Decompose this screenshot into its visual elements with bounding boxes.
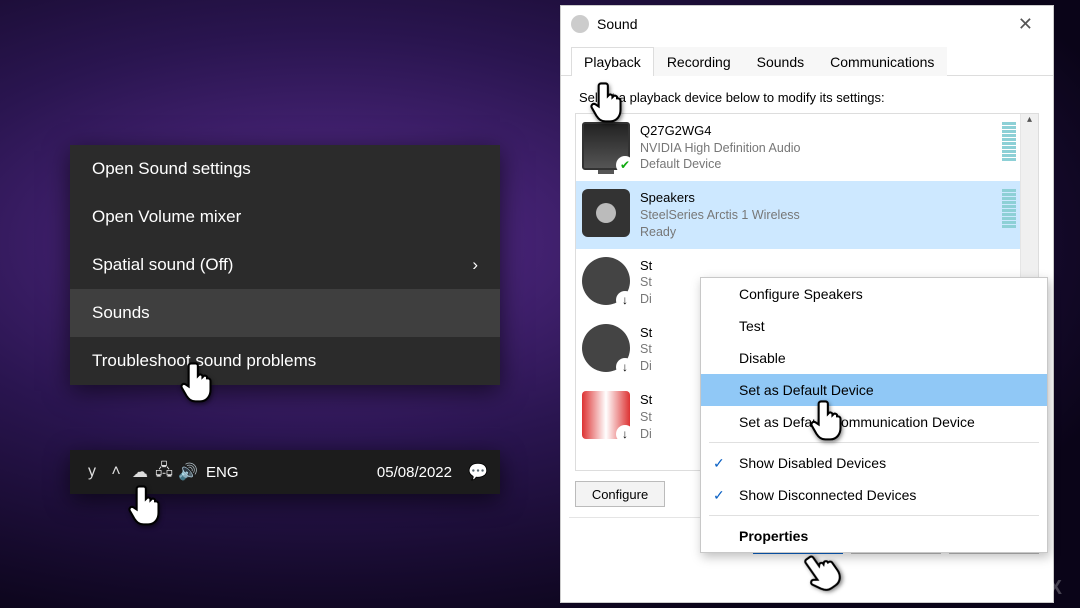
tab-recording[interactable]: Recording (654, 47, 744, 76)
down-arrow-icon: ↓ (616, 425, 634, 443)
monitor-icon: ✔ (582, 122, 630, 170)
headset-icon: ↓ (582, 324, 630, 372)
device-status: Default Device (640, 156, 801, 173)
configure-button[interactable]: Configure (575, 481, 665, 507)
chevron-right-icon: › (472, 255, 478, 275)
ctx-sounds[interactable]: Sounds (70, 289, 500, 337)
device-name: Q27G2WG4 (640, 122, 801, 140)
separator (709, 442, 1039, 443)
titlebar: Sound ✕ (561, 6, 1053, 42)
network-icon[interactable]: 🖧 (152, 459, 176, 486)
volume-icon[interactable]: 🔊 (176, 462, 200, 482)
taskbar-item[interactable]: y (80, 463, 104, 481)
level-meter (1002, 189, 1016, 228)
device-driver: SteelSeries Arctis 1 Wireless (640, 207, 800, 224)
cloud-icon[interactable]: ☁ (128, 462, 152, 482)
device-name: Speakers (640, 189, 800, 207)
ctx-open-sound-settings[interactable]: Open Sound settings (70, 145, 500, 193)
tab-sounds[interactable]: Sounds (744, 47, 817, 76)
down-arrow-icon: ↓ (616, 358, 634, 376)
watermark: UGETFIX (963, 577, 1064, 600)
headset-icon: ↓ (582, 257, 630, 305)
sm-properties[interactable]: Properties (701, 520, 1047, 552)
device-status: Ready (640, 224, 800, 241)
check-icon: ✔ (616, 156, 634, 174)
sm-show-disabled[interactable]: Show Disabled Devices (701, 447, 1047, 479)
sm-disable[interactable]: Disable (701, 342, 1047, 374)
instruction-text: Select a playback device below to modify… (579, 90, 1035, 105)
down-arrow-icon: ↓ (616, 291, 634, 309)
device-context-menu: Configure Speakers Test Disable Set as D… (700, 277, 1048, 553)
device-row[interactable]: ✔ Q27G2WG4 NVIDIA High Definition Audio … (576, 114, 1038, 181)
taskbar-language[interactable]: ENG (206, 464, 239, 481)
ctx-spatial-sound[interactable]: Spatial sound (Off)› (70, 241, 500, 289)
notification-icon[interactable]: 💬 (466, 462, 490, 482)
sm-show-disconnected[interactable]: Show Disconnected Devices (701, 479, 1047, 511)
sm-test[interactable]: Test (701, 310, 1047, 342)
device-row[interactable]: Speakers SteelSeries Arctis 1 Wireless R… (576, 181, 1038, 248)
tab-bar: Playback Recording Sounds Communications (561, 46, 1053, 76)
taskbar: y ˄ ☁ 🖧 🔊 ENG 05/08/2022 💬 (70, 450, 500, 494)
speaker-icon (582, 189, 630, 237)
close-button[interactable]: ✕ (1008, 10, 1043, 39)
jack-icon: ↓ (582, 391, 630, 439)
sm-set-default-comm[interactable]: Set as Default Communication Device (701, 406, 1047, 438)
level-meter (1002, 122, 1016, 161)
device-driver: NVIDIA High Definition Audio (640, 140, 801, 157)
separator (709, 515, 1039, 516)
sound-icon (571, 15, 589, 33)
dialog-title: Sound (597, 16, 637, 32)
sm-set-default-device[interactable]: Set as Default Device (701, 374, 1047, 406)
sm-configure-speakers[interactable]: Configure Speakers (701, 278, 1047, 310)
ctx-open-volume-mixer[interactable]: Open Volume mixer (70, 193, 500, 241)
tab-communications[interactable]: Communications (817, 47, 947, 76)
taskbar-date[interactable]: 05/08/2022 (377, 464, 452, 481)
ctx-troubleshoot[interactable]: Troubleshoot sound problems (70, 337, 500, 385)
tray-context-menu: Open Sound settings Open Volume mixer Sp… (70, 145, 500, 385)
tab-playback[interactable]: Playback (571, 47, 654, 76)
chevron-up-icon[interactable]: ˄ (104, 463, 128, 481)
